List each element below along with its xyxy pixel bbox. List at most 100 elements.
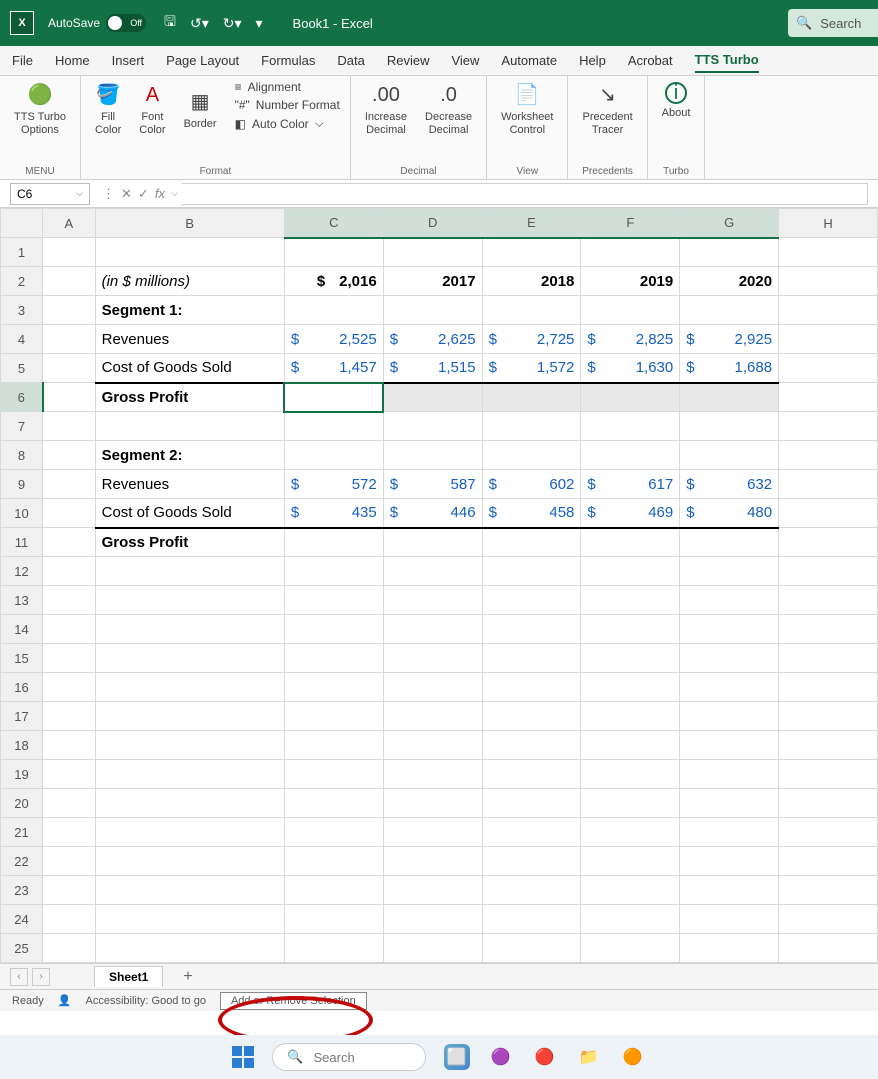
cell-H7[interactable]	[779, 412, 878, 441]
col-header-F[interactable]: F	[581, 209, 680, 238]
row-header-4[interactable]: 4	[1, 325, 43, 354]
cell-A9[interactable]	[43, 470, 96, 499]
cell-A17[interactable]	[43, 702, 96, 731]
cell-E2[interactable]: 2018	[482, 267, 581, 296]
cell-H21[interactable]	[779, 818, 878, 847]
cell-F12[interactable]	[581, 557, 680, 586]
cell-H25[interactable]	[779, 934, 878, 963]
cell-F16[interactable]	[581, 673, 680, 702]
cell-G22[interactable]	[680, 847, 779, 876]
cell-E10[interactable]: $458	[482, 499, 581, 528]
cell-D13[interactable]	[383, 586, 482, 615]
formula-input[interactable]	[182, 183, 868, 205]
cell-F1[interactable]	[581, 238, 680, 267]
cell-B2[interactable]: (in $ millions)	[95, 267, 284, 296]
cell-B16[interactable]	[95, 673, 284, 702]
cell-G24[interactable]	[680, 905, 779, 934]
cell-B13[interactable]	[95, 586, 284, 615]
tab-home[interactable]: Home	[55, 49, 90, 72]
cell-C25[interactable]	[284, 934, 383, 963]
cell-A8[interactable]	[43, 441, 96, 470]
tab-formulas[interactable]: Formulas	[261, 49, 315, 72]
cell-A2[interactable]	[43, 267, 96, 296]
cancel-icon[interactable]: ✕	[121, 186, 132, 202]
row-header-1[interactable]: 1	[1, 238, 43, 267]
cell-C20[interactable]	[284, 789, 383, 818]
row-header-24[interactable]: 24	[1, 905, 43, 934]
row-header-3[interactable]: 3	[1, 296, 43, 325]
cell-H3[interactable]	[779, 296, 878, 325]
cell-C22[interactable]	[284, 847, 383, 876]
cell-D9[interactable]: $587	[383, 470, 482, 499]
row-header-14[interactable]: 14	[1, 615, 43, 644]
cell-D16[interactable]	[383, 673, 482, 702]
cell-D6[interactable]	[383, 383, 482, 412]
cell-D21[interactable]	[383, 818, 482, 847]
cell-G18[interactable]	[680, 731, 779, 760]
cell-E9[interactable]: $602	[482, 470, 581, 499]
row-header-21[interactable]: 21	[1, 818, 43, 847]
cell-A11[interactable]	[43, 528, 96, 557]
cell-E11[interactable]	[482, 528, 581, 557]
number-format-button[interactable]: "#"Number Format	[235, 98, 340, 112]
cell-F5[interactable]: $1,630	[581, 354, 680, 383]
cell-E15[interactable]	[482, 644, 581, 673]
cell-H5[interactable]	[779, 354, 878, 383]
row-header-11[interactable]: 11	[1, 528, 43, 557]
undo-icon[interactable]: ↺▾	[190, 15, 209, 32]
border-button[interactable]: ▦Border	[180, 80, 221, 139]
cell-H9[interactable]	[779, 470, 878, 499]
cell-C16[interactable]	[284, 673, 383, 702]
cell-H18[interactable]	[779, 731, 878, 760]
cell-H19[interactable]	[779, 760, 878, 789]
cell-H8[interactable]	[779, 441, 878, 470]
row-header-20[interactable]: 20	[1, 789, 43, 818]
cell-F25[interactable]	[581, 934, 680, 963]
cell-C12[interactable]	[284, 557, 383, 586]
sheet-prev-button[interactable]: ‹	[10, 968, 28, 986]
auto-color-button[interactable]: ◧Auto Color ⌵	[235, 116, 324, 131]
cell-G25[interactable]	[680, 934, 779, 963]
cell-C24[interactable]	[284, 905, 383, 934]
cell-B1[interactable]	[95, 238, 284, 267]
cell-F15[interactable]	[581, 644, 680, 673]
cell-A12[interactable]	[43, 557, 96, 586]
cell-D8[interactable]	[383, 441, 482, 470]
row-header-6[interactable]: 6	[1, 383, 43, 412]
cell-D12[interactable]	[383, 557, 482, 586]
cell-B10[interactable]: Cost of Goods Sold	[95, 499, 284, 528]
row-header-17[interactable]: 17	[1, 702, 43, 731]
cell-C19[interactable]	[284, 760, 383, 789]
cell-F6[interactable]	[581, 383, 680, 412]
cell-D7[interactable]	[383, 412, 482, 441]
cell-F14[interactable]	[581, 615, 680, 644]
cell-G11[interactable]	[680, 528, 779, 557]
cell-H24[interactable]	[779, 905, 878, 934]
row-header-23[interactable]: 23	[1, 876, 43, 905]
sheet-next-button[interactable]: ›	[32, 968, 50, 986]
cell-G21[interactable]	[680, 818, 779, 847]
cell-H10[interactable]	[779, 499, 878, 528]
cell-D18[interactable]	[383, 731, 482, 760]
cell-G4[interactable]: $2,925	[680, 325, 779, 354]
fx-icon[interactable]: fx	[155, 186, 165, 201]
cell-B6[interactable]: Gross Profit	[95, 383, 284, 412]
cell-C5[interactable]: $1,457	[284, 354, 383, 383]
cell-G2[interactable]: 2020	[680, 267, 779, 296]
cell-E3[interactable]	[482, 296, 581, 325]
enter-icon[interactable]: ✓	[138, 186, 149, 202]
cell-E25[interactable]	[482, 934, 581, 963]
cell-B22[interactable]	[95, 847, 284, 876]
cell-A4[interactable]	[43, 325, 96, 354]
cell-D23[interactable]	[383, 876, 482, 905]
toggle-off[interactable]: Off	[106, 14, 146, 32]
cell-H15[interactable]	[779, 644, 878, 673]
cell-G7[interactable]	[680, 412, 779, 441]
cell-H12[interactable]	[779, 557, 878, 586]
cell-H11[interactable]	[779, 528, 878, 557]
cell-H23[interactable]	[779, 876, 878, 905]
cell-D1[interactable]	[383, 238, 482, 267]
cell-G19[interactable]	[680, 760, 779, 789]
cell-H22[interactable]	[779, 847, 878, 876]
tab-automate[interactable]: Automate	[501, 49, 557, 72]
